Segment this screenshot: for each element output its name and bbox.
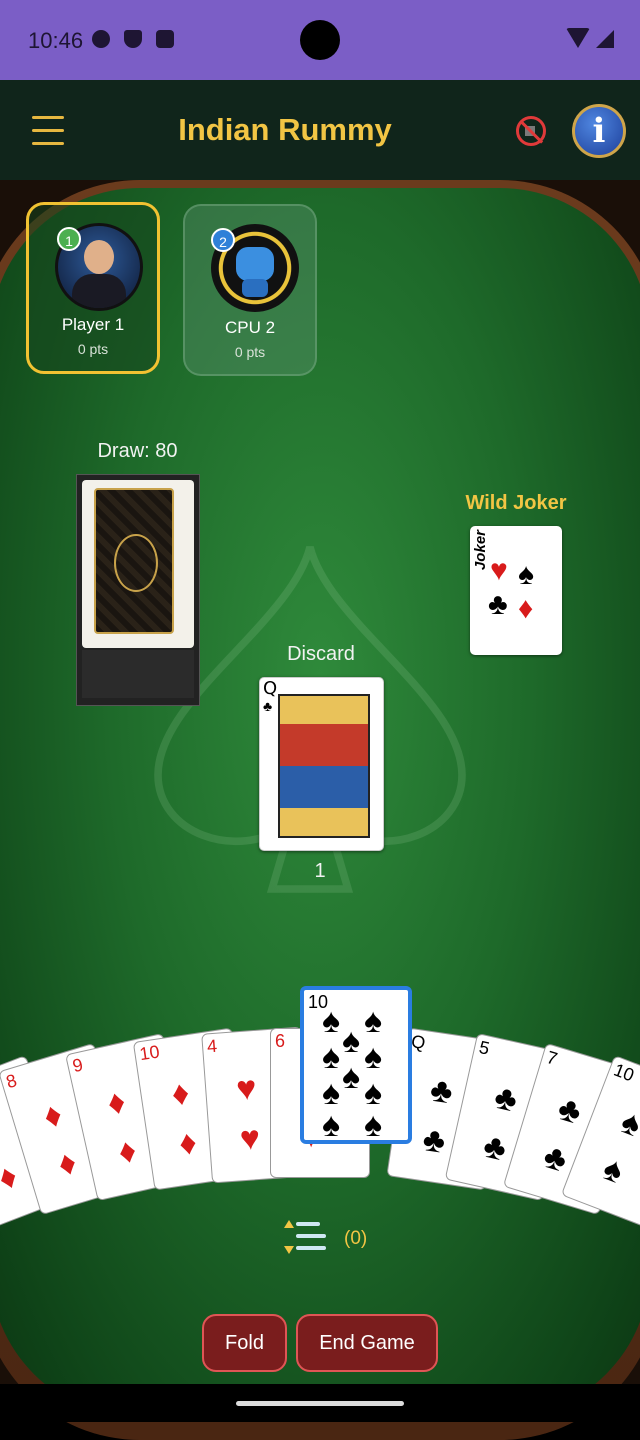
end-game-button[interactable]: End Game [296,1314,438,1372]
card-rank: 7 [544,1046,560,1069]
suit-pip: ♠ [322,1002,341,1040]
player-name: Player 1 [61,315,125,334]
card-rank: Q [263,678,278,699]
card-rank: 8 [3,1069,20,1092]
player-name: CPU 2 [224,318,276,337]
card-back [94,488,174,634]
joker-text: Joker [472,530,489,571]
suit-pip: ♣ [553,1088,586,1132]
suit-pip: ♣ [479,1126,510,1169]
heart-pip: ♥ [490,554,508,587]
suit-pip: ♠ [615,1102,640,1145]
suit-pip: ♥ [238,1118,262,1158]
player-points: 0 pts [77,341,109,357]
shield-icon [124,30,142,48]
player-number-badge: 2 [211,228,235,252]
card-rank: 10 [611,1059,637,1086]
suit-pip: ♦ [169,1074,192,1115]
player-number-badge: 1 [57,227,81,251]
card-rank: 9 [70,1054,85,1077]
wifi-icon [566,28,590,48]
queen-face-art [278,694,370,838]
discard-count: 1 [314,860,326,882]
suit-pip: ♦ [0,1156,23,1199]
discard-label: Discard [287,643,355,665]
wild-joker-label: Wild Joker [465,492,567,514]
suit-pip: ♠ [364,1074,383,1112]
suit-pip: ♠ [342,1058,361,1096]
suit-pip: ♣ [420,1120,449,1162]
suit-pip: ♠ [322,1074,341,1112]
wild-joker-card: Joker ♥ ♠ ♣ ♦ [470,526,562,655]
status-right-icons [566,28,614,48]
card-rank: 5 [477,1037,492,1060]
club-pip: ♣ [488,588,508,621]
card-suit: ♣ [263,698,273,714]
suit-pip: ♥ [234,1068,258,1108]
suit-pip: ♠ [364,1106,383,1144]
suit-pip: ♠ [342,1022,361,1060]
meld-count: (0) [344,1228,368,1249]
hand-card-selected[interactable]: 10 ♠ ♠ ♠ ♠ ♠ ♠ ♠ ♠ ♠ ♠ [300,986,412,1144]
discard-card[interactable]: Q ♣ [259,677,384,851]
spade-pip: ♠ [518,558,534,591]
suit-pip: ♠ [598,1149,629,1192]
suit-pip: ♠ [364,1038,383,1076]
suit-pip: ♦ [176,1123,200,1164]
suit-pip: ♠ [322,1038,341,1076]
status-bar: 10:46 [0,0,640,80]
suit-pip: ♦ [39,1094,67,1137]
gear-icon [92,30,110,48]
info-button[interactable]: i [572,104,626,158]
signal-icon [596,30,614,48]
suit-pip: ♦ [53,1142,82,1184]
suit-pip: ♣ [539,1136,572,1180]
suit-pip: ♣ [490,1078,521,1121]
suit-pip: ♠ [364,1002,383,1040]
status-time: 10:46 [28,28,84,53]
player-panel-2[interactable]: 2 CPU 2 0 pts [183,204,317,376]
player-hand: 7♦♦8♦♦9♦♦10♦♦4♥♥6♥♥10♠♠♠♠♠♠♠♠♠♠Q♣♣5♣♣7♣♣… [0,980,640,1231]
suit-pip: ♠ [322,1106,341,1144]
diamond-pip: ♦ [518,592,534,625]
speaker-muted-icon[interactable] [516,116,546,146]
draw-pile-base [82,650,194,698]
suit-pip: ♦ [114,1131,140,1173]
draw-pile-label: Draw: 80 [97,440,178,462]
page-title: Indian Rummy [178,112,392,147]
player-panel-1[interactable]: 1 Player 1 0 pts [26,202,160,374]
player-points: 0 pts [234,344,266,360]
fold-button[interactable]: Fold [202,1314,287,1372]
card-rank: Q [409,1031,427,1054]
home-indicator[interactable] [236,1401,404,1406]
card-rank: 10 [138,1041,161,1065]
sim-icon [156,30,174,48]
suit-pip: ♦ [0,1109,5,1152]
camera-cutout [300,20,340,60]
card-rank: 4 [206,1035,218,1057]
suit-pip: ♣ [427,1071,456,1112]
card-rank: 6 [275,1031,286,1051]
suit-pip: ♦ [103,1082,130,1124]
sort-icon[interactable] [284,1220,328,1256]
status-icons [92,30,174,48]
